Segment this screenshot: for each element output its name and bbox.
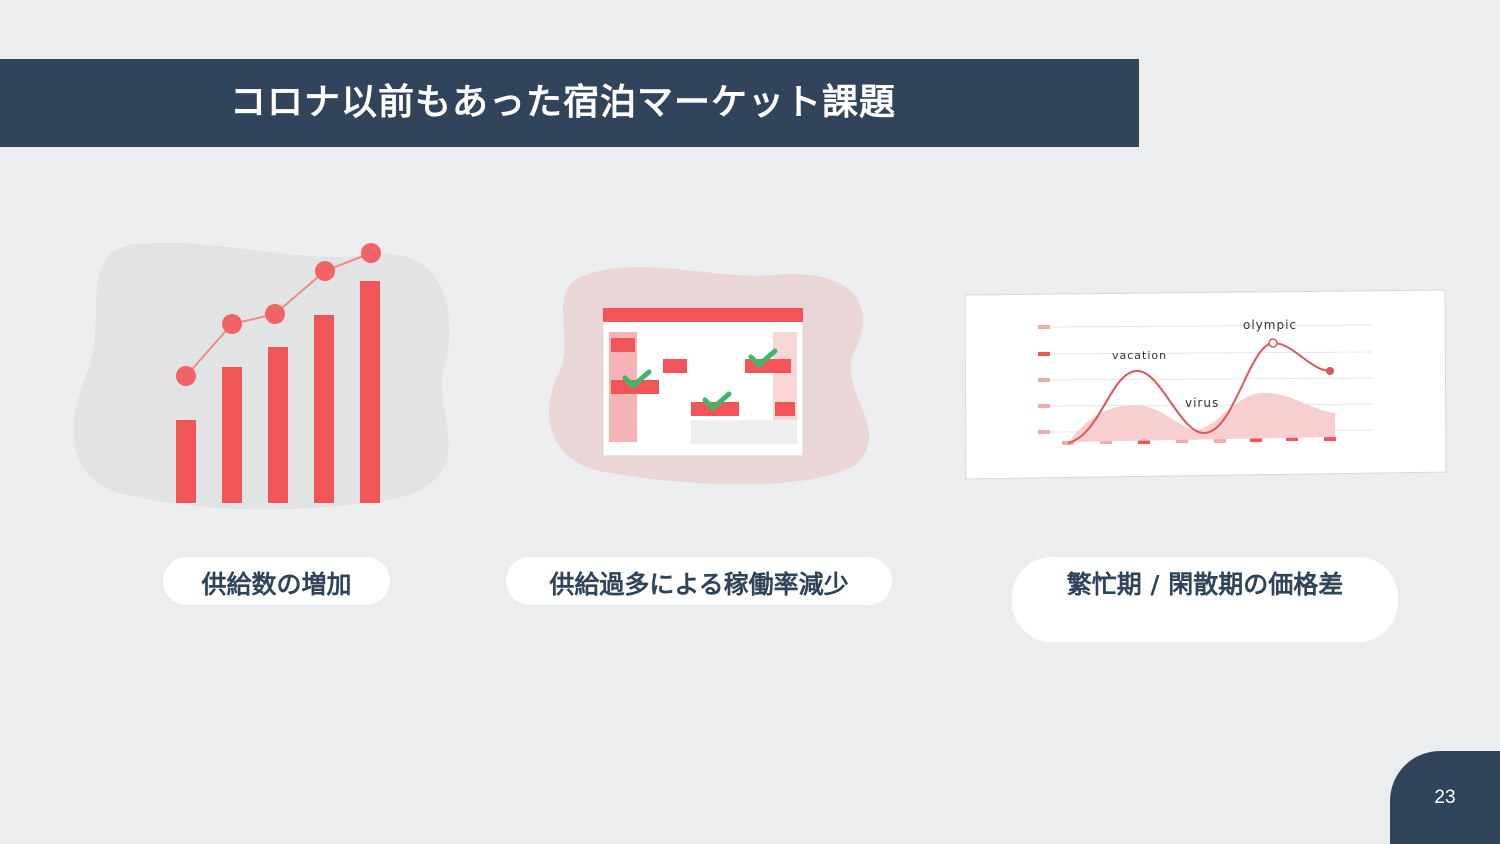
caption-pill-1: 供給数の増加	[163, 557, 390, 605]
page-number: 23	[1434, 787, 1456, 808]
caption-occupancy-decline: 供給過多による稼働率減少	[549, 570, 849, 599]
graph-label-virus: virus	[1185, 396, 1219, 410]
slide-title: コロナ以前もあった宿泊マーケット課題	[230, 82, 897, 123]
booking-calendar-icon	[545, 260, 885, 490]
graph-label-vacation: vacation	[1112, 349, 1167, 362]
graph-label-olympic: olympic	[1243, 318, 1297, 332]
page-number-tab: 23	[1390, 751, 1500, 844]
rising-bar-chart-icon	[70, 235, 470, 515]
seasonal-price-graph-icon: vacation virus olympic	[960, 285, 1450, 485]
caption-pill-3: 繁忙期 / 閑散期の価格差	[1012, 557, 1398, 642]
title-bar: コロナ以前もあった宿泊マーケット課題	[0, 59, 1139, 147]
caption-supply-increase: 供給数の増加	[201, 570, 352, 599]
caption-price-gap: 繁忙期 / 閑散期の価格差	[1066, 570, 1344, 599]
caption-pill-2: 供給過多による稼働率減少	[506, 557, 892, 605]
